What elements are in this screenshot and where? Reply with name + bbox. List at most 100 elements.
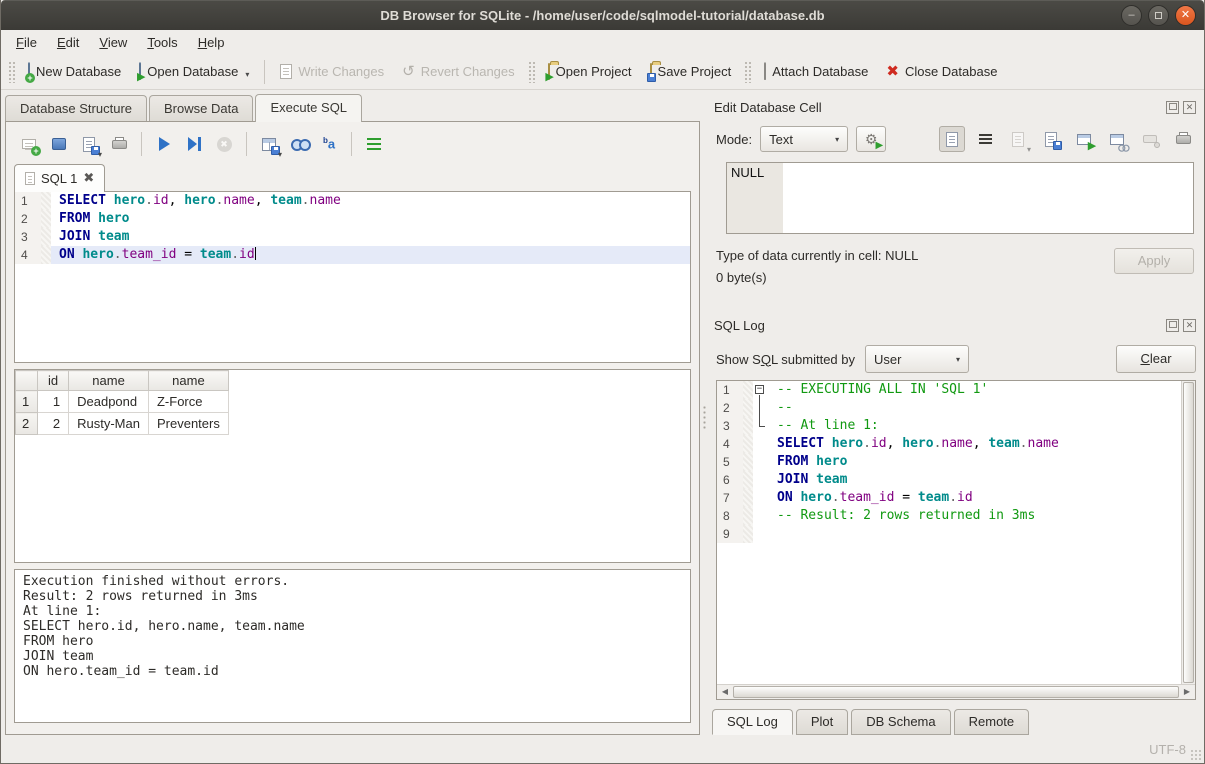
autocomplete-button[interactable]: ba bbox=[316, 131, 342, 157]
save-project-button[interactable]: Save Project bbox=[642, 60, 740, 83]
log-horizontal-scrollbar[interactable]: ◀ ▶ bbox=[717, 684, 1195, 699]
attach-database-button[interactable]: Attach Database bbox=[756, 60, 876, 83]
text-cursor bbox=[255, 247, 256, 260]
sql-log-view[interactable]: 1−-- EXECUTING ALL IN 'SQL 1'2--3-- At l… bbox=[716, 380, 1196, 700]
code-line[interactable]: 8-- Result: 2 rows returned in 3ms bbox=[717, 507, 1181, 525]
open-database-button[interactable]: ▶ Open Database ▾ bbox=[131, 60, 257, 83]
grid-cell[interactable]: 1 bbox=[38, 391, 69, 413]
tab-browse-data[interactable]: Browse Data bbox=[149, 95, 253, 122]
menu-item-file[interactable]: File bbox=[7, 32, 46, 53]
tab-db-schema[interactable]: DB Schema bbox=[851, 709, 950, 735]
cell-value-editor[interactable]: NULL bbox=[726, 162, 1194, 234]
grid-corner[interactable] bbox=[16, 371, 38, 391]
set-null-button[interactable] bbox=[1137, 126, 1163, 152]
resize-grip[interactable] bbox=[1190, 749, 1202, 761]
minimize-button[interactable]: – bbox=[1121, 5, 1142, 26]
menu-item-view[interactable]: View bbox=[90, 32, 136, 53]
apply-button[interactable]: Apply bbox=[1114, 248, 1194, 274]
code-line[interactable]: 1SELECT hero.id, hero.name, team.name bbox=[15, 192, 690, 210]
float-dock-icon[interactable] bbox=[1166, 101, 1179, 114]
text-mode-button[interactable] bbox=[939, 126, 965, 152]
column-header[interactable]: id bbox=[38, 371, 69, 391]
tab-plot[interactable]: Plot bbox=[796, 709, 848, 735]
fold-marker-icon[interactable]: − bbox=[753, 381, 769, 399]
open-link-button[interactable] bbox=[1104, 126, 1130, 152]
column-header[interactable]: name bbox=[69, 371, 149, 391]
close-tab-icon[interactable]: ✖ bbox=[83, 170, 94, 186]
clear-log-button[interactable]: Clear bbox=[1116, 345, 1196, 373]
close-button[interactable]: ✕ bbox=[1175, 5, 1196, 26]
format-sql-button[interactable] bbox=[361, 131, 387, 157]
scroll-right-icon[interactable]: ▶ bbox=[1179, 685, 1195, 699]
export-cell-button[interactable] bbox=[1038, 126, 1064, 152]
edit-cell-toolbar: Mode: Text▾ ⚙▶ ▾ ▶ bbox=[716, 126, 1196, 152]
code-line[interactable]: 6JOIN team bbox=[717, 471, 1181, 489]
write-changes-button[interactable]: Write Changes bbox=[272, 60, 392, 83]
execute-all-button[interactable] bbox=[151, 131, 177, 157]
code-line[interactable]: 2FROM hero bbox=[15, 210, 690, 228]
auto-mode-button[interactable]: ⚙▶ bbox=[856, 126, 886, 152]
code-line[interactable]: 3-- At line 1: bbox=[717, 417, 1181, 435]
grid-cell[interactable]: Z-Force bbox=[148, 391, 228, 413]
code-line[interactable]: 2-- bbox=[717, 399, 1181, 417]
menu-item-tools[interactable]: Tools bbox=[138, 32, 186, 53]
grid-cell[interactable]: Deadpond bbox=[69, 391, 149, 413]
row-header[interactable]: 2 bbox=[16, 413, 38, 435]
code-line[interactable]: 1−-- EXECUTING ALL IN 'SQL 1' bbox=[717, 381, 1181, 399]
grid-cell[interactable]: Rusty-Man bbox=[69, 413, 149, 435]
code-line[interactable]: 9 bbox=[717, 525, 1181, 543]
tab-database-structure[interactable]: Database Structure bbox=[5, 95, 147, 122]
execution-output[interactable]: Execution finished without errors.Result… bbox=[14, 569, 691, 723]
new-database-button[interactable]: + New Database bbox=[20, 60, 129, 83]
save-sql-file-button[interactable]: ▾ bbox=[76, 131, 102, 157]
write-changes-icon bbox=[280, 64, 292, 79]
tab-sql-log[interactable]: SQL Log bbox=[712, 709, 793, 735]
execute-current-line-button[interactable] bbox=[181, 131, 207, 157]
close-dock-icon[interactable]: ✕ bbox=[1183, 319, 1196, 332]
find-button[interactable] bbox=[286, 131, 312, 157]
code-line[interactable]: 5FROM hero bbox=[717, 453, 1181, 471]
code-line[interactable]: 4ON hero.team_id = team.id bbox=[15, 246, 690, 264]
float-dock-icon[interactable] bbox=[1166, 319, 1179, 332]
open-project-button[interactable]: ▶ Open Project bbox=[540, 60, 640, 83]
open-sql-file-button[interactable] bbox=[46, 131, 72, 157]
gutter-margin bbox=[743, 417, 753, 435]
open-external-button[interactable]: ▶ bbox=[1071, 126, 1097, 152]
maximize-button[interactable] bbox=[1148, 5, 1169, 26]
word-wrap-button[interactable] bbox=[972, 126, 998, 152]
titlebar[interactable]: DB Browser for SQLite - /home/user/code/… bbox=[1, 0, 1204, 30]
grid-cell[interactable]: Preventers bbox=[148, 413, 228, 435]
code-line[interactable]: 3JOIN team bbox=[15, 228, 690, 246]
print-button[interactable] bbox=[106, 131, 132, 157]
column-header[interactable]: name bbox=[148, 371, 228, 391]
new-sql-tab-button[interactable]: + bbox=[16, 131, 42, 157]
close-database-button[interactable]: ✖ Close Database bbox=[878, 60, 1005, 83]
row-header[interactable]: 1 bbox=[16, 391, 38, 413]
close-dock-icon[interactable]: ✕ bbox=[1183, 101, 1196, 114]
submitter-select[interactable]: User▾ bbox=[865, 345, 969, 373]
mode-select[interactable]: Text▾ bbox=[760, 126, 848, 152]
toolbar-drag-handle[interactable] bbox=[744, 61, 751, 83]
open-database-dropdown-icon[interactable]: ▾ bbox=[245, 70, 249, 79]
save-results-button[interactable]: ▾ bbox=[256, 131, 282, 157]
sql-editor[interactable]: 1SELECT hero.id, hero.name, team.name2FR… bbox=[14, 191, 691, 363]
results-grid: idnamename11DeadpondZ-Force22Rusty-ManPr… bbox=[14, 369, 691, 563]
toolbar-drag-handle[interactable] bbox=[8, 61, 15, 83]
revert-changes-button[interactable]: ↺ Revert Changes bbox=[394, 60, 523, 83]
import-cell-button[interactable]: ▾ bbox=[1005, 126, 1031, 152]
line-number: 5 bbox=[717, 453, 743, 471]
pane-splitter[interactable] bbox=[700, 90, 708, 735]
log-vertical-scrollbar[interactable] bbox=[1181, 381, 1195, 684]
tab-remote[interactable]: Remote bbox=[954, 709, 1030, 735]
grid-cell[interactable]: 2 bbox=[38, 413, 69, 435]
code-line[interactable]: 7ON hero.team_id = team.id bbox=[717, 489, 1181, 507]
tab-execute-sql[interactable]: Execute SQL bbox=[255, 94, 362, 122]
scroll-left-icon[interactable]: ◀ bbox=[717, 685, 733, 699]
print-cell-button[interactable] bbox=[1170, 126, 1196, 152]
code-line[interactable]: 4SELECT hero.id, hero.name, team.name bbox=[717, 435, 1181, 453]
stop-button[interactable]: ✖ bbox=[211, 131, 237, 157]
toolbar-drag-handle[interactable] bbox=[528, 61, 535, 83]
menu-item-edit[interactable]: Edit bbox=[48, 32, 88, 53]
menu-item-help[interactable]: Help bbox=[189, 32, 234, 53]
sql-editor-tab[interactable]: SQL 1 ✖ bbox=[14, 164, 105, 192]
